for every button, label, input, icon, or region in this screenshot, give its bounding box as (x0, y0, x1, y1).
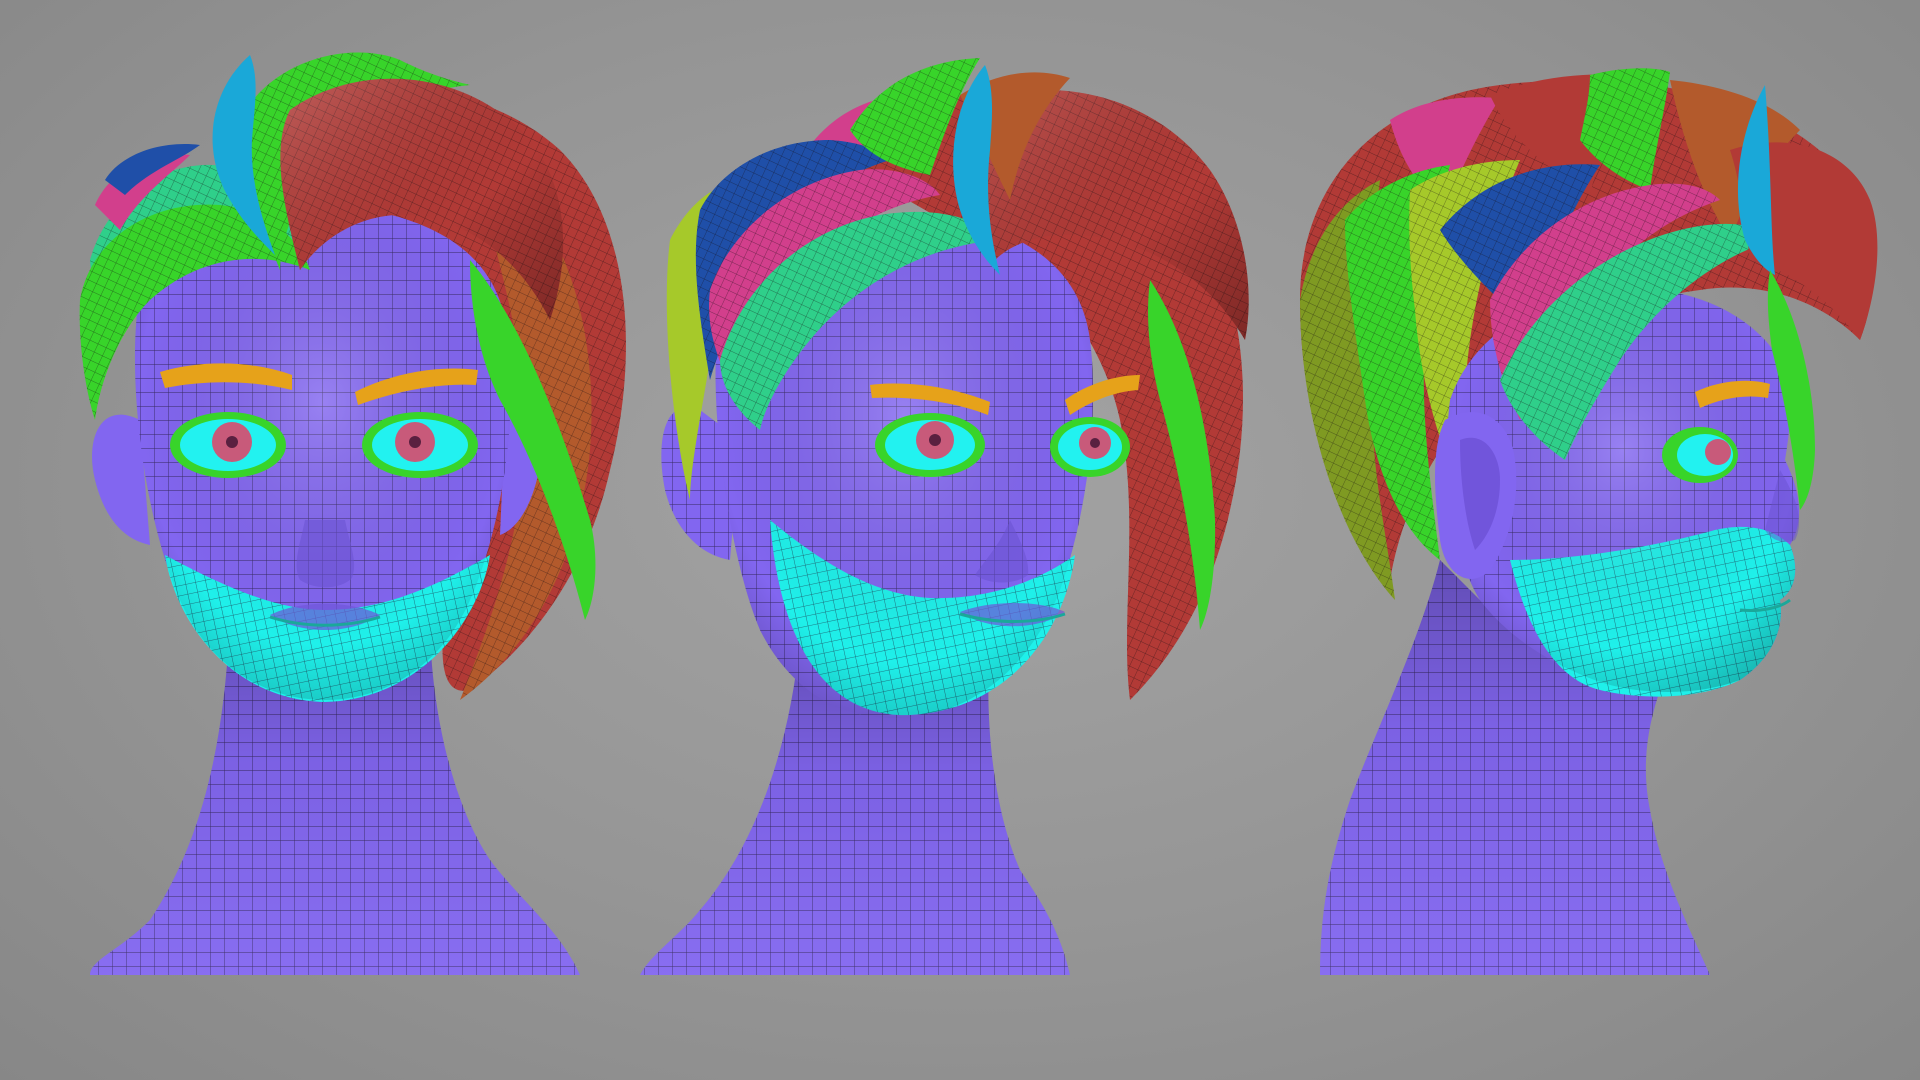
eye-right (1050, 417, 1130, 477)
eye-left (170, 412, 286, 478)
head-model-side-view (1300, 68, 1878, 975)
nose (296, 520, 355, 588)
head-model-three-quarter-view (640, 58, 1249, 975)
eye-right (362, 412, 478, 478)
head-model-front-view (79, 52, 626, 975)
eye-left (875, 413, 985, 477)
viewport (0, 0, 1920, 1080)
eye (1662, 427, 1738, 483)
scene-canvas (79, 52, 1878, 975)
